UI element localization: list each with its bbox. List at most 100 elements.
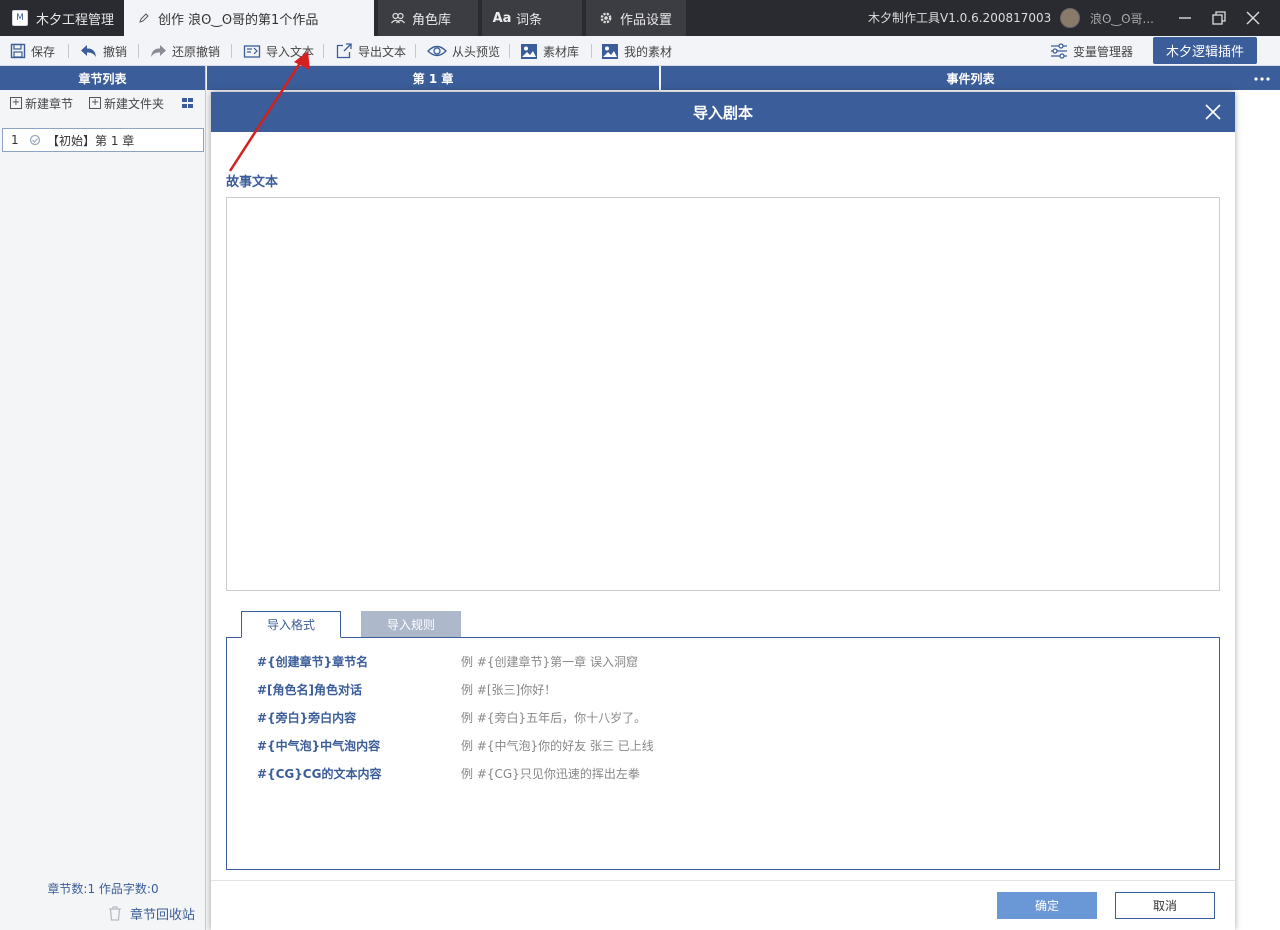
new-folder-button[interactable]: + 新建文件夹 [89,95,164,112]
recycle-bin-button[interactable]: 章节回收站 [108,904,195,923]
format-example: 例 #[张三]你好！ [461,682,557,697]
tab-create[interactable]: 创作 浪ʘ‿ʘ哥的第1个作品 [124,0,374,36]
dialog-header: 导入剧本 [211,92,1235,132]
toolbar-divider [591,44,592,58]
tab-word-entries[interactable]: Aa 词条 [482,0,582,36]
export-icon [336,43,352,59]
chapter-stats: 章节数:1 作品字数:0 [47,882,159,896]
redo-label: 还原撤销 [172,44,221,59]
tab-project-manager-label: 木夕工程管理 [36,12,115,28]
plus-icon: + [10,97,22,109]
minimize-button[interactable] [1168,0,1202,36]
toolbar-divider [415,44,416,58]
save-button[interactable]: 保存 [10,39,55,63]
format-row: #[角色名]角色对话 例 #[张三]你好！ [257,680,556,698]
tab-role-library-label: 角色库 [412,12,452,28]
more-icon[interactable] [1254,77,1270,81]
format-row: #{创建章节}章节名 例 #{创建章节}第一章 误入洞窟 [257,652,638,670]
tab-work-settings-label: 作品设置 [620,12,673,28]
redo-icon [151,45,166,57]
close-icon [1246,11,1260,25]
asset-library-label: 素材库 [543,44,580,59]
gear-icon [598,10,614,26]
my-assets-button[interactable]: 我的素材 [601,39,672,63]
title-bar: M 木夕工程管理 创作 浪ʘ‿ʘ哥的第1个作品 角色库 Aa 词条 作品设置 木… [0,0,1280,36]
story-text-input[interactable] [226,197,1220,591]
tab-import-format[interactable]: 导入格式 [241,611,341,638]
format-row: #{旁白}旁白内容 例 #{旁白}五年后，你十八岁了。 [257,708,646,726]
undo-button[interactable]: 撤销 [80,39,127,63]
font-icon: Aa [492,10,512,26]
new-chapter-button[interactable]: + 新建章节 [10,95,73,112]
chapter-index: 1 [11,133,19,147]
tab-create-label: 创作 浪ʘ‿ʘ哥的第1个作品 [158,12,319,28]
save-icon [10,43,26,59]
restore-button[interactable] [1202,0,1236,36]
tab-project-manager[interactable]: M 木夕工程管理 [0,0,124,36]
chapter-status-icon [29,134,41,146]
story-text-label: 故事文本 [226,175,279,190]
import-format-panel: #{创建章节}章节名 例 #{创建章节}第一章 误入洞窟 #[角色名]角色对话 … [226,637,1220,870]
import-text-button[interactable]: 导入文本 [243,39,314,63]
app-logo-icon: M [12,10,28,26]
logic-plugin-button[interactable]: 木夕逻辑插件 [1153,37,1257,64]
variable-manager-button[interactable]: 变量管理器 [1050,39,1133,63]
recycle-bin-label: 章节回收站 [130,908,196,923]
dialog-divider [211,880,1235,881]
event-list-title: 事件列表 [946,71,995,86]
preview-label: 从头预览 [452,44,501,59]
tab-role-library[interactable]: 角色库 [378,0,478,36]
list-item[interactable]: 1 【初始】第 1 章 [2,128,204,152]
format-key: #{中气泡}中气泡内容 [257,738,381,753]
minimize-icon [1179,17,1191,19]
trash-icon [109,906,121,921]
format-key: #{旁白}旁白内容 [257,710,357,725]
toolbar: 保存 撤销 还原撤销 导入文本 导出文本 从头预览 素材库 我的素材 变量管理器 [0,36,1280,66]
eye-icon [427,45,447,57]
cancel-button[interactable]: 取消 [1115,892,1215,919]
import-text-label: 导入文本 [266,44,315,59]
avatar [1060,8,1080,28]
undo-icon [81,45,96,57]
import-icon [243,45,261,58]
new-folder-label: 新建文件夹 [104,96,165,111]
grid-view-icon[interactable] [182,98,193,108]
username-label: 浪ʘ‿ʘ哥... [1090,11,1154,26]
undo-label: 撤销 [103,44,128,59]
pen-icon [136,10,152,26]
format-row: #{CG}CG的文本内容 例 #{CG}只见你迅速的挥出左拳 [257,764,640,782]
import-script-dialog: 导入剧本 故事文本 导入格式 导入规则 #{创建章节}章节名 例 #{创建章节}… [211,92,1235,930]
tab-word-entries-label: 词条 [516,12,543,28]
chapter-actions: + 新建章节 + 新建文件夹 [0,90,205,116]
redo-button[interactable]: 还原撤销 [149,39,220,63]
asset-library-button[interactable]: 素材库 [520,39,579,63]
confirm-button[interactable]: 确定 [997,892,1097,919]
format-example: 例 #{创建章节}第一章 误入洞窟 [461,654,638,669]
image-icon [521,43,537,59]
chapter-panel: 章节列表 + 新建章节 + 新建文件夹 1 【初始】第 1 章 章节数:1 作品… [0,66,206,930]
format-example: 例 #{旁白}五年后，你十八岁了。 [461,710,647,725]
user-profile[interactable]: 浪ʘ‿ʘ哥... [1060,0,1154,36]
format-example: 例 #{CG}只见你迅速的挥出左拳 [461,766,640,781]
my-image-icon [602,43,618,59]
variable-manager-label: 变量管理器 [1073,44,1134,59]
tab-import-rules[interactable]: 导入规则 [361,611,461,637]
format-example: 例 #{中气泡}你的好友 张三 已上线 [461,738,654,753]
toolbar-divider [509,44,510,58]
save-label: 保存 [31,44,56,59]
new-chapter-label: 新建章节 [25,96,74,111]
close-icon[interactable] [1203,102,1223,122]
preview-button[interactable]: 从头预览 [427,39,500,63]
sliders-icon [1051,43,1067,59]
close-window-button[interactable] [1236,0,1270,36]
tab-work-settings[interactable]: 作品设置 [586,0,686,36]
export-text-button[interactable]: 导出文本 [336,39,406,63]
chapter-panel-title: 章节列表 [0,66,205,90]
plus-icon: + [89,97,102,109]
event-list-header: 事件列表 [661,66,1280,90]
toolbar-divider [138,44,139,58]
toolbar-divider [323,44,324,58]
dialog-title: 导入剧本 [692,103,753,122]
format-row: #{中气泡}中气泡内容 例 #{中气泡}你的好友 张三 已上线 [257,736,654,754]
toolbar-divider [231,44,232,58]
